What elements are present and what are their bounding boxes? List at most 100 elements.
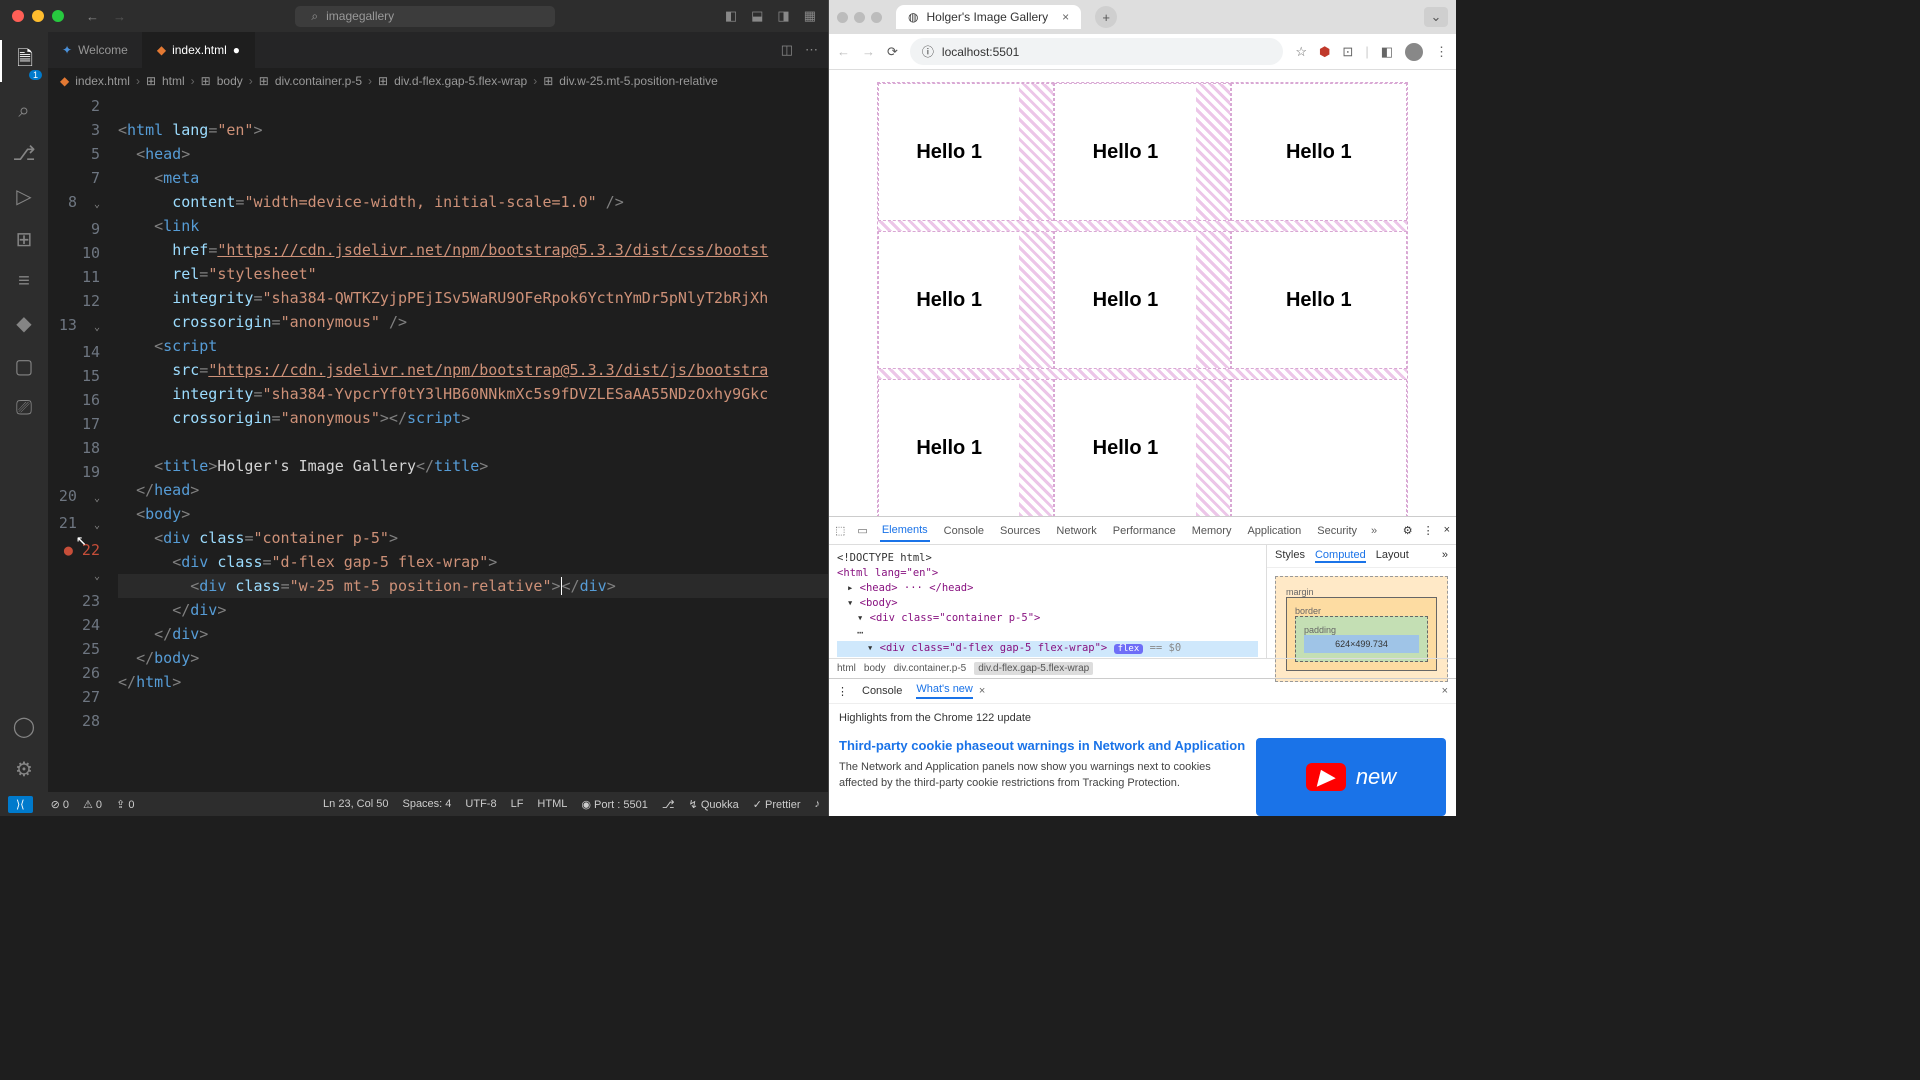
tab-layout[interactable]: Layout bbox=[1376, 549, 1409, 563]
devtools-drawer: ⋮ Console What's new × × Highlights from… bbox=[829, 678, 1456, 816]
play-icon: ▶ bbox=[1306, 763, 1346, 791]
shield-icon[interactable]: ⬢ bbox=[1319, 44, 1330, 60]
nav-back-icon[interactable]: ← bbox=[86, 9, 99, 24]
kebab-icon[interactable]: ⋮ bbox=[1423, 524, 1434, 537]
gallery-cell: Hello 1 bbox=[1231, 83, 1407, 221]
gear-icon[interactable]: ⚙ bbox=[1403, 524, 1413, 537]
dom-tree[interactable]: <!DOCTYPE html> <html lang="en"> ▸ <head… bbox=[829, 545, 1266, 658]
tab-sources[interactable]: Sources bbox=[998, 521, 1042, 541]
debug-icon[interactable]: ▷ bbox=[16, 184, 31, 209]
panel-right-icon[interactable]: ◨ bbox=[777, 8, 789, 24]
chrome-window: ◍ Holger's Image Gallery × + ⌄ ← → ⟳ ⓘ l… bbox=[828, 0, 1456, 816]
close-drawer-icon[interactable]: × bbox=[1442, 685, 1448, 697]
browser-tab[interactable]: ◍ Holger's Image Gallery × bbox=[896, 5, 1081, 29]
close-devtools-icon[interactable]: × bbox=[1444, 524, 1450, 537]
folder-icon[interactable]: ▢ bbox=[15, 354, 34, 379]
breadcrumb[interactable]: ◆index.html› ⊞html› ⊞body› ⊞div.containe… bbox=[48, 68, 828, 94]
quokka[interactable]: ↯ Quokka bbox=[689, 798, 739, 811]
gallery-cell: Hello 1 bbox=[878, 83, 1054, 221]
list-icon[interactable]: ≡ bbox=[18, 270, 30, 293]
browser-tabstrip: ◍ Holger's Image Gallery × + ⌄ bbox=[829, 0, 1456, 34]
gallery-cell: Hello 1 bbox=[1054, 379, 1230, 516]
tab-memory[interactable]: Memory bbox=[1190, 521, 1234, 541]
window-controls[interactable] bbox=[12, 10, 64, 22]
live-port[interactable]: ◉ Port : 5501 bbox=[581, 798, 647, 811]
tab-network[interactable]: Network bbox=[1054, 521, 1098, 541]
more-tabs-icon[interactable]: » bbox=[1371, 525, 1377, 537]
tab-styles[interactable]: Styles bbox=[1275, 549, 1305, 563]
account-icon[interactable]: ◯ bbox=[13, 714, 35, 739]
flex-container: Hello 1 Hello 1 Hello 1 Hello 1 Hello 1 … bbox=[877, 82, 1408, 516]
drawer-tab-console[interactable]: Console bbox=[862, 685, 902, 697]
gallery-cell: Hello 1 bbox=[878, 231, 1054, 369]
device-icon[interactable]: ▭ bbox=[857, 524, 867, 537]
extension-icon[interactable]: ⊡ bbox=[1342, 44, 1353, 60]
bookmark-icon[interactable]: ☆ bbox=[1295, 44, 1307, 60]
close-tab-icon[interactable]: × bbox=[979, 685, 985, 697]
drawer-tab-whatsnew[interactable]: What's new bbox=[916, 683, 973, 699]
browser-window-controls[interactable] bbox=[837, 12, 882, 23]
tabs-menu-icon[interactable]: ⌄ bbox=[1424, 7, 1448, 27]
panel-bottom-icon[interactable]: ⬓ bbox=[751, 8, 763, 24]
layout-grid-icon[interactable]: ▦ bbox=[804, 8, 816, 24]
new-tab-button[interactable]: + bbox=[1095, 6, 1117, 28]
tab-application[interactable]: Application bbox=[1245, 521, 1303, 541]
language[interactable]: HTML bbox=[537, 798, 567, 810]
tab-welcome[interactable]: ✦Welcome bbox=[48, 32, 143, 68]
tab-index[interactable]: ◆index.html● bbox=[143, 32, 255, 68]
explorer-icon[interactable]: 🗎1 bbox=[0, 40, 48, 82]
tab-security[interactable]: Security bbox=[1315, 521, 1359, 541]
more-icon[interactable]: ⋯ bbox=[805, 42, 818, 58]
remote-indicator[interactable]: ⟩⟨ bbox=[8, 796, 33, 813]
cursor-pos[interactable]: Ln 23, Col 50 bbox=[323, 798, 388, 810]
command-center[interactable]: ⌕ imagegallery bbox=[295, 6, 555, 27]
tab-console[interactable]: Console bbox=[942, 521, 986, 541]
devtools-tabs: ⬚ ▭ Elements Console Sources Network Per… bbox=[829, 517, 1456, 545]
prettier[interactable]: ✓ Prettier bbox=[753, 798, 801, 811]
back-icon[interactable]: ← bbox=[837, 44, 850, 59]
indent[interactable]: Spaces: 4 bbox=[402, 798, 451, 810]
reload-icon[interactable]: ⟳ bbox=[887, 44, 898, 60]
errors[interactable]: ⊘ 0 bbox=[51, 798, 69, 811]
address-bar[interactable]: ⓘ localhost:5501 bbox=[910, 38, 1283, 65]
gallery-cell: Hello 1 bbox=[1054, 83, 1230, 221]
code-editor[interactable]: ↖ 2 3 5 7 8 ⌄9 10 11 12 13 ⌄14 15 16 17 … bbox=[48, 94, 828, 792]
mouse-cursor-icon: ↖ bbox=[76, 528, 87, 552]
sidepanel-icon[interactable]: ◧ bbox=[1381, 44, 1393, 60]
scm-icon[interactable]: ⎇ bbox=[12, 141, 35, 166]
dom-breadcrumb[interactable]: html body div.container.p-5 div.d-flex.g… bbox=[829, 658, 1456, 678]
profile-icon[interactable] bbox=[1405, 43, 1423, 61]
tab-computed[interactable]: Computed bbox=[1315, 549, 1366, 563]
site-info-icon[interactable]: ⓘ bbox=[922, 43, 934, 60]
status-bar: ⟩⟨ ⊘ 0 ⚠ 0 ⇪ 0 Ln 23, Col 50 Spaces: 4 U… bbox=[0, 792, 828, 816]
menu-icon[interactable]: ⋮ bbox=[1435, 44, 1448, 60]
eol[interactable]: LF bbox=[511, 798, 524, 810]
gallery-cell: Hello 1 bbox=[1231, 231, 1407, 369]
whatsnew-video[interactable]: ▶new bbox=[1256, 738, 1446, 816]
encoding[interactable]: UTF-8 bbox=[465, 798, 496, 810]
extensions-icon[interactable]: ⊞ bbox=[16, 227, 33, 252]
gear-icon[interactable]: ⚙ bbox=[15, 757, 33, 782]
gallery-cell: Hello 1 bbox=[1054, 231, 1230, 369]
remote-icon[interactable]: ⎚ bbox=[16, 397, 32, 420]
ports[interactable]: ⇪ 0 bbox=[116, 798, 134, 811]
forward-icon[interactable]: → bbox=[862, 44, 875, 59]
nav-forward-icon[interactable]: → bbox=[113, 9, 126, 24]
styles-panel: Styles Computed Layout » margin border p… bbox=[1266, 545, 1456, 658]
more-styles-icon[interactable]: » bbox=[1442, 549, 1448, 563]
gallery-cell bbox=[1231, 379, 1407, 516]
close-tab-icon[interactable]: × bbox=[1062, 10, 1069, 24]
bell-icon[interactable]: ♪ bbox=[815, 798, 821, 810]
search-icon[interactable]: ⌕ bbox=[18, 100, 29, 123]
docker-icon[interactable]: ◆ bbox=[16, 311, 31, 336]
tab-elements[interactable]: Elements bbox=[880, 520, 930, 542]
drawer-menu-icon[interactable]: ⋮ bbox=[837, 685, 848, 698]
inspect-icon[interactable]: ⬚ bbox=[835, 524, 845, 537]
tab-performance[interactable]: Performance bbox=[1111, 521, 1178, 541]
git-icon[interactable]: ⎇ bbox=[662, 798, 675, 811]
code-content[interactable]: <html lang="en"> <head> <meta content="w… bbox=[118, 94, 828, 792]
warnings[interactable]: ⚠ 0 bbox=[83, 798, 102, 811]
panel-left-icon[interactable]: ◧ bbox=[725, 8, 737, 24]
highlights-label: Highlights from the Chrome 122 update bbox=[839, 712, 1446, 724]
split-editor-icon[interactable]: ◫ bbox=[781, 42, 793, 58]
